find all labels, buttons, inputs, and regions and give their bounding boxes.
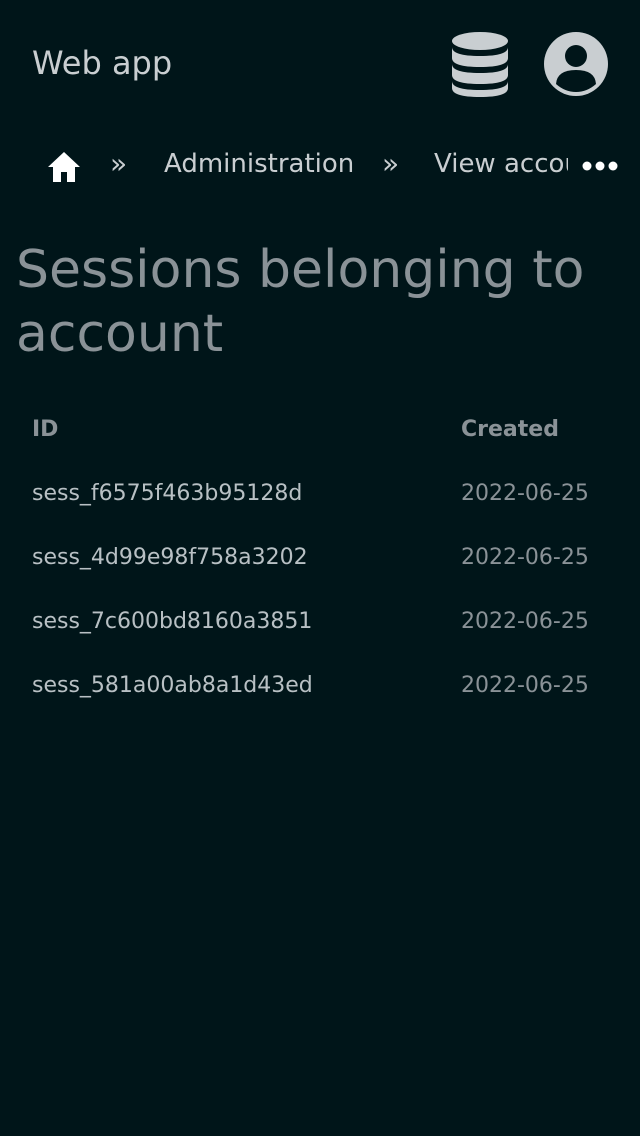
session-id-cell: sess_7c600bd8160a3851: [32, 609, 313, 634]
created-date-cell: 2022-06-25: [461, 481, 589, 506]
breadcrumb-home-link[interactable]: [46, 150, 82, 184]
session-id-cell: sess_581a00ab8a1d43ed: [32, 673, 313, 698]
page-title: Sessions belonging to account: [16, 240, 585, 364]
breadcrumb-item-view-account-clip: View account: [434, 148, 568, 184]
app-title: Web app: [32, 44, 173, 82]
table-row[interactable]: sess_581a00ab8a1d43ed 2022-06-25: [0, 654, 640, 718]
breadcrumb-item-view-account[interactable]: View account: [434, 148, 568, 180]
table-row[interactable]: sess_4d99e98f758a3202 2022-06-25: [0, 526, 640, 590]
created-date-cell: 2022-06-25: [461, 609, 589, 634]
created-date-cell: 2022-06-25: [461, 545, 589, 570]
user-circle-icon: [544, 32, 608, 96]
table-row[interactable]: sess_7c600bd8160a3851 2022-06-25: [0, 590, 640, 654]
database-icon: [452, 32, 508, 97]
more-horizontal-icon: [582, 161, 618, 171]
column-header-created[interactable]: Created: [461, 416, 559, 444]
session-id-cell: sess_4d99e98f758a3202: [32, 545, 308, 570]
column-header-id[interactable]: ID: [32, 416, 58, 444]
database-button[interactable]: [448, 30, 512, 98]
table-row[interactable]: sess_f6575f463b95128d 2022-06-25: [0, 462, 640, 526]
session-id-cell: sess_f6575f463b95128d: [32, 481, 303, 506]
breadcrumb-more-button[interactable]: [578, 150, 622, 182]
created-date-cell: 2022-06-25: [461, 673, 589, 698]
breadcrumb-separator: »: [382, 147, 400, 180]
breadcrumb: » Administration » View account: [0, 136, 640, 196]
account-button[interactable]: [542, 30, 610, 98]
home-icon: [48, 152, 80, 182]
breadcrumb-separator: »: [110, 147, 128, 180]
breadcrumb-item-administration[interactable]: Administration: [164, 148, 354, 180]
top-bar: Web app: [0, 0, 640, 128]
